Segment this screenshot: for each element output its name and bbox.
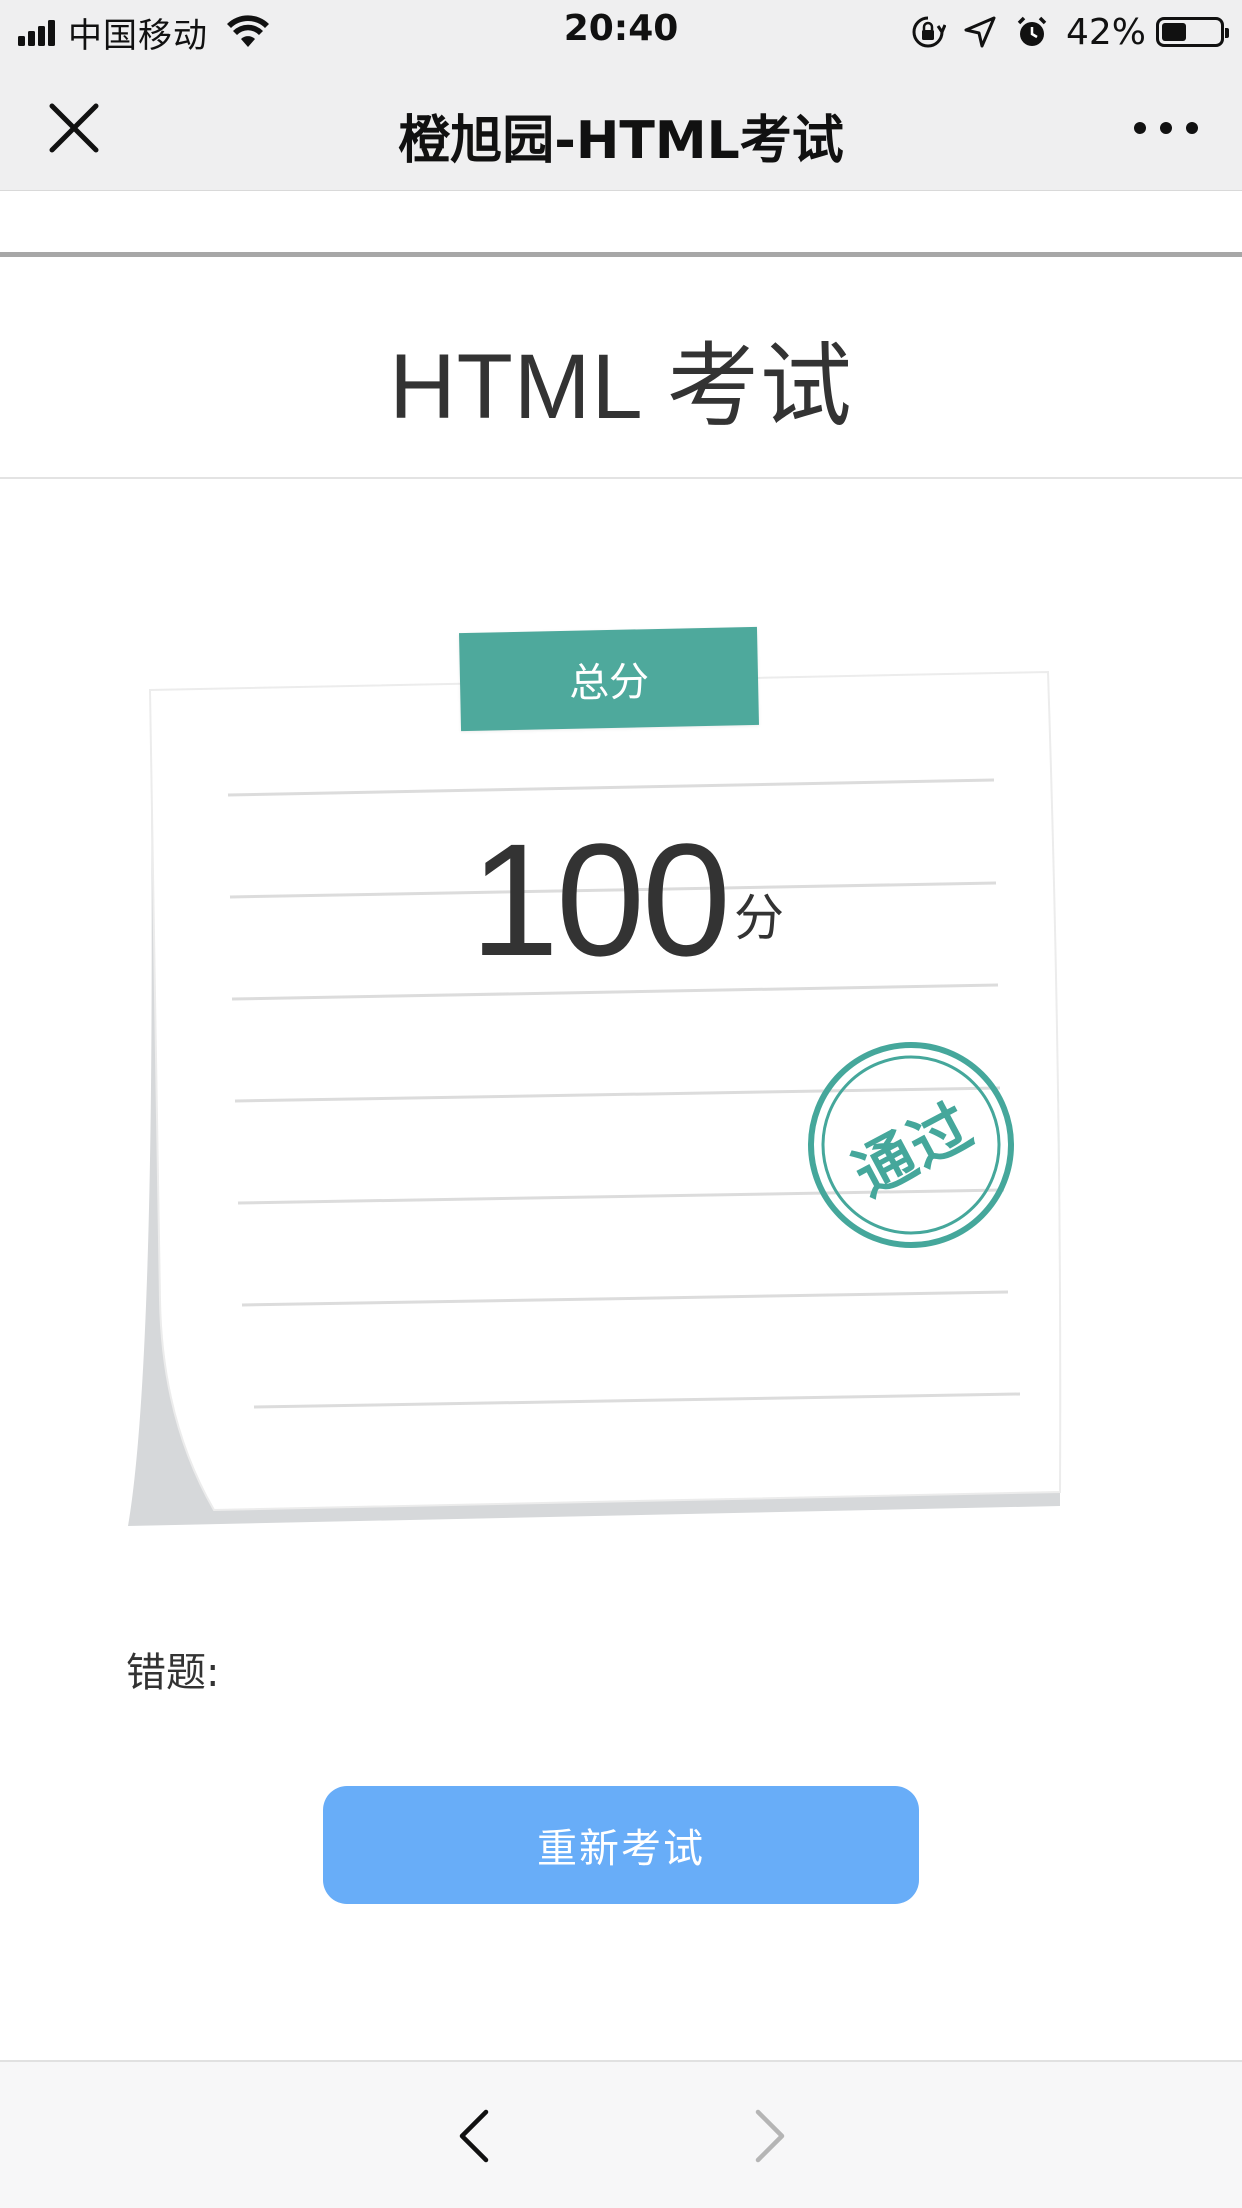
chevron-right-icon[interactable] <box>748 2108 792 2164</box>
status-bar-right: 42% <box>894 10 1229 54</box>
score-display: 100 分 <box>470 810 784 989</box>
pass-stamp: 通过 <box>806 1040 1016 1250</box>
location-arrow-icon <box>964 16 996 48</box>
score-value: 100 <box>470 810 731 989</box>
page-title-bar: 橙旭园-HTML考试 <box>398 111 844 171</box>
divider <box>0 252 1242 257</box>
divider <box>0 477 1242 479</box>
alarm-icon <box>1017 16 1047 46</box>
retake-exam-button[interactable]: 重新考试 <box>323 1786 919 1904</box>
battery-icon <box>1156 17 1229 47</box>
bottom-toolbar <box>0 2060 1242 2208</box>
orientation-lock-icon <box>912 16 946 48</box>
navigation-bar: 橙旭园-HTML考试 <box>0 64 1242 191</box>
close-icon[interactable] <box>44 98 104 158</box>
battery-percent: 42% <box>1065 11 1146 53</box>
more-icon[interactable] <box>1132 114 1200 142</box>
battery-fill <box>1162 23 1186 41</box>
chevron-left-icon[interactable] <box>452 2108 496 2164</box>
page-title: HTML 考试 <box>389 336 853 438</box>
wrong-questions-label: 错题: <box>126 1650 220 1696</box>
status-bar: 中国移动 20:40 42% <box>0 0 1242 64</box>
total-score-tag: 总分 <box>459 626 759 732</box>
score-unit: 分 <box>733 889 784 947</box>
